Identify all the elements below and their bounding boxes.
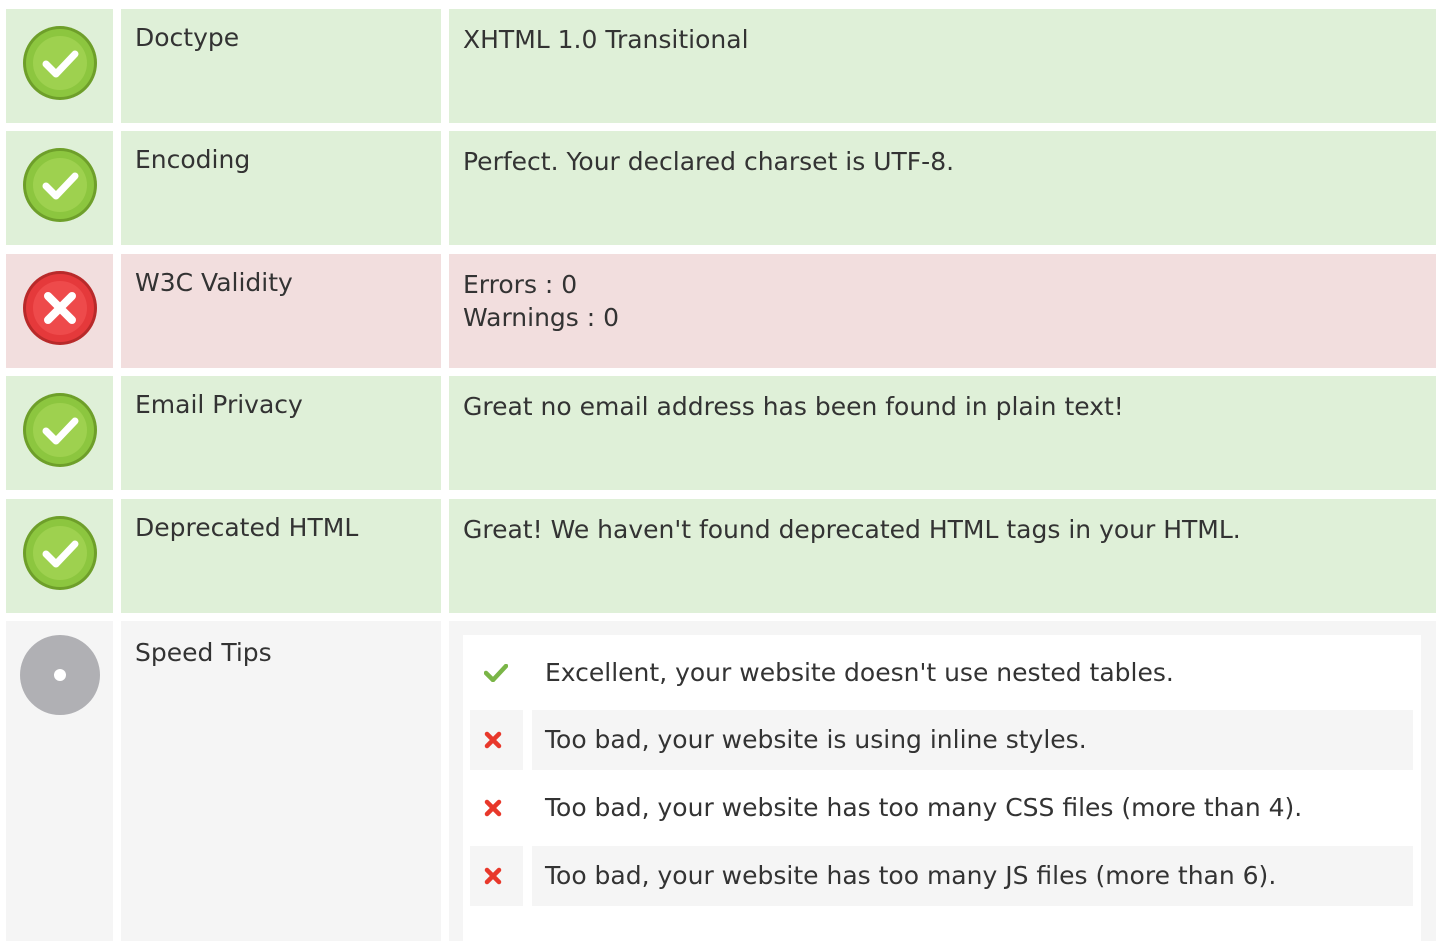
audit-label: Deprecated HTML [135, 513, 359, 542]
speed-tip-item: Too bad, your website is using inline st… [470, 710, 1413, 770]
audit-label-cell: Email Privacy [121, 376, 441, 490]
status-cell [6, 254, 113, 368]
tip-text: Too bad, your website is using inline st… [532, 710, 1413, 770]
audit-value: Great no email address has been found in… [463, 390, 1124, 423]
status-cell [6, 9, 113, 123]
audit-value-line: Great! We haven't found deprecated HTML … [463, 515, 1241, 544]
audit-value-cell: Great! We haven't found deprecated HTML … [449, 499, 1436, 613]
audit-label-cell: Encoding [121, 131, 441, 245]
audit-label: Email Privacy [135, 390, 303, 419]
x-mark-icon [484, 867, 502, 885]
errors-count: Errors : 0 [463, 270, 578, 299]
audit-label: Doctype [135, 23, 240, 52]
status-cell [6, 376, 113, 490]
speed-tips-list: Excellent, your website doesn't use nest… [463, 635, 1421, 941]
check-circle-icon [23, 393, 97, 467]
audit-value-cell: Perfect. Your declared charset is UTF-8. [449, 131, 1436, 245]
tip-status [470, 846, 523, 906]
speed-tip-item: Excellent, your website doesn't use nest… [470, 643, 1413, 703]
audit-row-deprecated-html: Deprecated HTML Great! We haven't found … [0, 499, 1446, 613]
tip-status [470, 643, 523, 703]
tip-text: Too bad, your website has too many JS fi… [532, 846, 1413, 906]
audit-value-cell: Errors : 0 Warnings : 0 [449, 254, 1436, 368]
status-cell [6, 621, 113, 941]
audit-value: Perfect. Your declared charset is UTF-8. [463, 145, 954, 178]
tip-status [470, 710, 523, 770]
audit-value: XHTML 1.0 Transitional [463, 23, 749, 56]
status-cell [6, 499, 113, 613]
audit-value-cell: Great no email address has been found in… [449, 376, 1436, 490]
audit-row-doctype: Doctype XHTML 1.0 Transitional [0, 9, 1446, 123]
neutral-circle-icon [20, 635, 100, 715]
audit-label-cell: W3C Validity [121, 254, 441, 368]
audit-value-line: Great no email address has been found in… [463, 392, 1124, 421]
speed-tip-item: Too bad, your website has too many CSS f… [470, 778, 1413, 838]
status-cell [6, 131, 113, 245]
x-mark-icon [484, 731, 502, 749]
audit-value-line: XHTML 1.0 Transitional [463, 25, 749, 54]
audit-row-speed-tips: Speed Tips Excellent, your website doesn… [0, 621, 1446, 941]
audit-row-w3c-validity: W3C Validity Errors : 0 Warnings : 0 [0, 254, 1446, 368]
audit-value-cell: XHTML 1.0 Transitional [449, 9, 1436, 123]
check-circle-icon [23, 148, 97, 222]
audit-value-cell: Excellent, your website doesn't use nest… [449, 621, 1436, 941]
audit-label: Encoding [135, 145, 251, 174]
tip-text: Too bad, your website has too many CSS f… [545, 793, 1303, 822]
audit-value: Great! We haven't found deprecated HTML … [463, 513, 1241, 546]
checkmark-icon [484, 664, 508, 682]
tip-status [470, 778, 523, 838]
x-circle-icon [23, 271, 97, 345]
audit-value-line: Perfect. Your declared charset is UTF-8. [463, 147, 955, 176]
audit-label: W3C Validity [135, 268, 293, 297]
audit-label: Speed Tips [135, 638, 272, 667]
warnings-count: Warnings : 0 [463, 303, 620, 332]
speed-tip-item: Too bad, your website has too many JS fi… [470, 846, 1413, 906]
check-circle-icon [23, 516, 97, 590]
audit-value: Errors : 0 Warnings : 0 [463, 268, 619, 334]
audit-row-encoding: Encoding Perfect. Your declared charset … [0, 131, 1446, 245]
check-circle-icon [23, 26, 97, 100]
audit-row-email-privacy: Email Privacy Great no email address has… [0, 376, 1446, 490]
audit-label-cell: Doctype [121, 9, 441, 123]
audit-label-cell: Deprecated HTML [121, 499, 441, 613]
tip-text: Excellent, your website doesn't use nest… [545, 658, 1174, 687]
audit-label-cell: Speed Tips [121, 621, 441, 941]
x-mark-icon [484, 799, 502, 817]
